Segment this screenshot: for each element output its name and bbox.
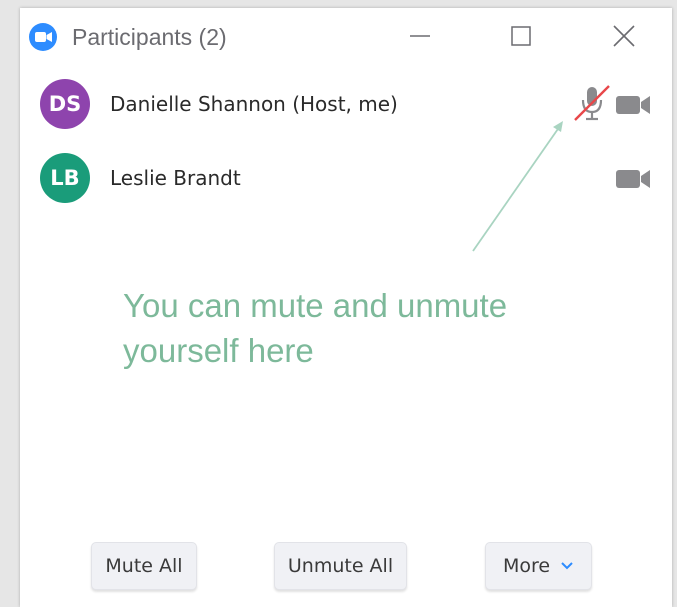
mute-all-label: Mute All (105, 555, 183, 577)
close-icon (613, 25, 635, 47)
minimize-icon (410, 35, 430, 37)
close-button[interactable] (602, 18, 646, 54)
avatar: DS (40, 79, 90, 129)
annotation-line-2: yourself here (123, 332, 314, 369)
annotation-line-1: You can mute and unmute (123, 287, 508, 324)
participant-row[interactable]: DS Danielle Shannon (Host, me) (20, 74, 672, 134)
unmute-all-button[interactable]: Unmute All (274, 542, 407, 590)
avatar: LB (40, 153, 90, 203)
participants-window: Participants (2) DS Danielle Shannon (Ho… (20, 8, 672, 607)
participant-name: Danielle Shannon (Host, me) (110, 92, 398, 116)
maximize-icon (511, 26, 531, 46)
chevron-down-icon (560, 561, 574, 571)
participant-name: Leslie Brandt (110, 166, 241, 190)
minimize-button[interactable] (398, 18, 442, 54)
maximize-button[interactable] (499, 18, 543, 54)
title-bar: Participants (2) (20, 8, 672, 64)
window-title: Participants (2) (72, 24, 227, 50)
participant-row[interactable]: LB Leslie Brandt (20, 148, 672, 208)
microphone-muted-icon[interactable] (572, 85, 612, 123)
mute-all-button[interactable]: Mute All (91, 542, 197, 590)
more-label: More (502, 555, 551, 577)
unmute-all-label: Unmute All (287, 555, 394, 577)
video-camera-icon[interactable] (616, 94, 652, 116)
more-button[interactable]: More (485, 542, 592, 590)
zoom-logo-icon (29, 23, 57, 51)
video-camera-icon[interactable] (616, 168, 652, 190)
annotation-text: You can mute and unmute yourself here (123, 283, 603, 373)
